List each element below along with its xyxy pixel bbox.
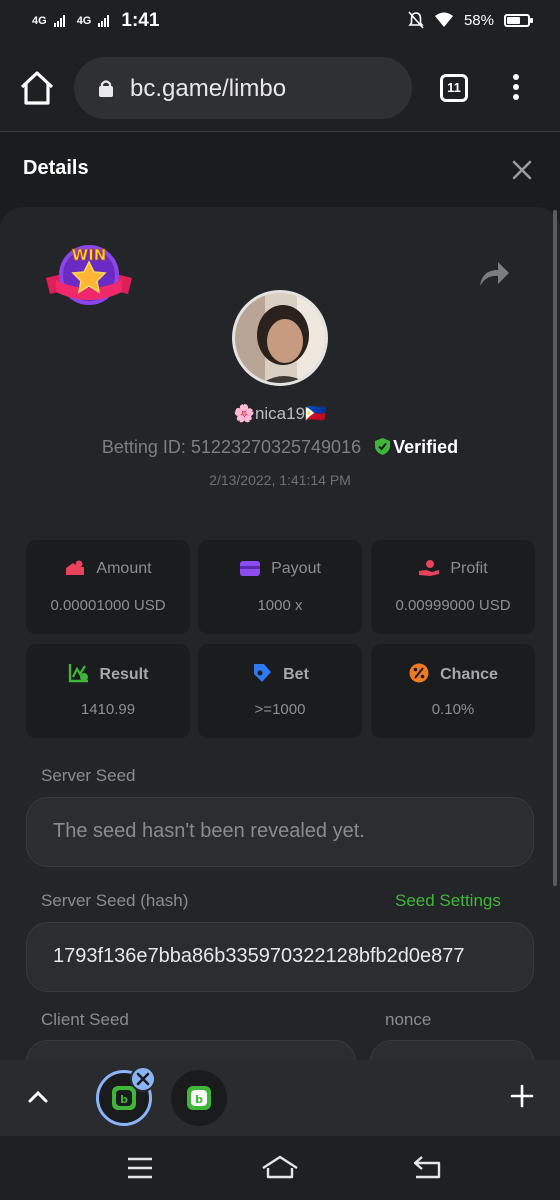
server-seed-value: The seed hasn't been revealed yet. <box>53 820 365 842</box>
svg-text:b: b <box>195 1093 203 1106</box>
wallet-icon <box>240 561 261 576</box>
stat-label: Profit <box>450 560 488 577</box>
clock: 1:41 <box>121 10 160 31</box>
signal-icon <box>53 15 65 27</box>
stat-label: Payout <box>271 560 321 577</box>
stat-label: Bet <box>283 666 309 683</box>
stat-label: Result <box>99 666 149 683</box>
home-nav-icon[interactable] <box>261 1154 299 1180</box>
wifi-icon <box>434 12 453 27</box>
nonce-label: nonce <box>385 1010 432 1029</box>
win-badge: WIN <box>42 240 136 310</box>
panel-title: Details <box>23 157 89 179</box>
back-icon[interactable] <box>412 1154 442 1180</box>
details-header: Details <box>0 132 560 208</box>
url-text: bc.game/limbo <box>130 75 287 102</box>
bcgame-icon: b <box>187 1086 211 1110</box>
username: 🌸nica19🇵🇭 <box>233 404 327 423</box>
share-icon[interactable] <box>478 258 510 288</box>
chart-check-icon <box>68 664 88 683</box>
tab-thumbnail[interactable]: b <box>171 1070 227 1126</box>
betting-id: 51223270325749016 <box>190 437 362 457</box>
stat-value: 1000 x <box>257 597 303 614</box>
stat-profit: Profit 0.00999000 USD <box>371 540 535 634</box>
server-seed-hash-field[interactable]: 1793f136e7bba86b335970322128bfb2d0e877 <box>26 922 534 992</box>
server-seed-label: Server Seed <box>41 766 136 785</box>
status-bar: 4G 4G 1:41 58% <box>0 0 560 44</box>
home-icon[interactable] <box>18 70 56 106</box>
client-seed-label: Client Seed <box>41 1010 129 1029</box>
browser-toolbar: bc.game/limbo 11 <box>0 44 560 132</box>
stat-result: Result 1410.99 <box>26 644 190 738</box>
stat-amount: Amount 0.00001000 USD <box>26 540 190 634</box>
verified-label: Verified <box>393 437 459 457</box>
bet-datetime: 2/13/2022, 1:41:14 PM <box>209 472 351 488</box>
stat-payout: Payout 1000 x <box>198 540 362 634</box>
amount-icon <box>66 560 85 575</box>
stat-value: 0.00999000 USD <box>395 597 511 614</box>
server-seed-hash-value: 1793f136e7bba86b335970322128bfb2d0e877 <box>53 945 465 967</box>
battery-percent: 58% <box>463 11 494 29</box>
seed-settings-link[interactable]: Seed Settings <box>395 891 501 911</box>
address-bar[interactable]: bc.game/limbo <box>74 57 412 119</box>
percent-icon <box>409 663 429 683</box>
chevron-up-icon[interactable] <box>27 1088 49 1104</box>
server-seed-field[interactable]: The seed hasn't been revealed yet. <box>26 797 534 867</box>
stat-chance: Chance 0.10% <box>371 644 535 738</box>
win-badge-text: WIN <box>72 246 107 264</box>
stat-value: 1410.99 <box>80 701 136 718</box>
stat-label: Amount <box>96 560 152 577</box>
system-nav-bar <box>0 1136 560 1200</box>
scrollbar[interactable] <box>553 210 557 886</box>
stat-label: Chance <box>440 666 498 683</box>
stat-bet: Bet >=1000 <box>198 644 362 738</box>
network-type-2: 4G <box>76 15 92 27</box>
stat-value: 0.10% <box>431 701 475 718</box>
signal-icon <box>98 15 110 27</box>
tab-strip: b b <box>0 1060 560 1136</box>
tab-switcher-button[interactable]: 11 <box>440 74 468 102</box>
close-tab-icon[interactable] <box>130 1066 156 1092</box>
betting-id-row: Betting ID: 51223270325749016 Verified <box>0 437 560 458</box>
stat-value: 0.00001000 USD <box>50 597 166 614</box>
verified-shield-icon <box>375 438 391 455</box>
tag-icon <box>254 664 272 682</box>
new-tab-icon[interactable] <box>510 1084 534 1108</box>
stat-value: >=1000 <box>254 701 306 718</box>
close-icon[interactable] <box>510 158 534 182</box>
server-seed-hash-label: Server Seed (hash) <box>41 891 189 910</box>
recent-apps-icon[interactable] <box>126 1156 154 1180</box>
svg-text:b: b <box>120 1093 128 1106</box>
network-type-1: 4G <box>32 15 47 27</box>
avatar <box>232 290 328 386</box>
battery-icon <box>504 13 533 27</box>
mute-bell-icon <box>408 11 424 29</box>
betting-id-label: Betting ID: <box>101 437 186 457</box>
profit-hand-icon <box>419 560 440 576</box>
lock-icon <box>99 80 113 97</box>
more-menu-icon[interactable] <box>506 72 526 104</box>
